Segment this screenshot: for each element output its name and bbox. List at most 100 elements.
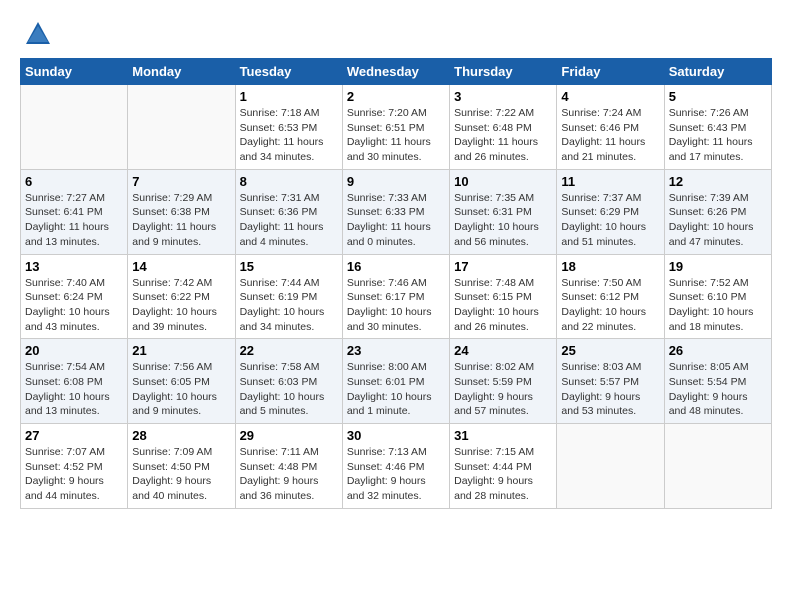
day-number: 1 <box>240 89 338 104</box>
calendar-cell <box>557 424 664 509</box>
calendar-cell: 30Sunrise: 7:13 AM Sunset: 4:46 PM Dayli… <box>342 424 449 509</box>
cell-content: Sunrise: 7:22 AM Sunset: 6:48 PM Dayligh… <box>454 106 552 165</box>
header <box>20 20 772 48</box>
calendar-cell: 20Sunrise: 7:54 AM Sunset: 6:08 PM Dayli… <box>21 339 128 424</box>
calendar-cell: 28 Sunrise: 7:09 AM Sunset: 4:50 PM Dayli… <box>128 424 235 509</box>
header-row: Sunday Monday Tuesday Wednesday Thursday… <box>21 59 772 85</box>
cell-content: Sunrise: 7:07 AM Sunset: 4:52 PM Dayligh… <box>25 445 123 504</box>
day-number: 5 <box>669 89 767 104</box>
day-number: 2 <box>347 89 445 104</box>
calendar-week-3: 20Sunrise: 7:54 AM Sunset: 6:08 PM Dayli… <box>21 339 772 424</box>
calendar-header: Sunday Monday Tuesday Wednesday Thursday… <box>21 59 772 85</box>
calendar-cell: 17 Sunrise: 7:48 AM Sunset: 6:15 PM Dayli… <box>450 254 557 339</box>
day-number: 17 <box>454 259 552 274</box>
calendar-cell: 14 Sunrise: 7:42 AM Sunset: 6:22 PM Dayli… <box>128 254 235 339</box>
day-number: 24 <box>454 343 552 358</box>
calendar-cell <box>664 424 771 509</box>
cell-content: Sunrise: 7:27 AM Sunset: 6:41 PM Dayligh… <box>25 191 123 250</box>
calendar-cell: 6 Sunrise: 7:27 AM Sunset: 6:41 PM Daylig… <box>21 169 128 254</box>
calendar-body: 1 Sunrise: 7:18 AM Sunset: 6:53 PM Daylig… <box>21 85 772 509</box>
cell-content: Sunrise: 7:11 AM Sunset: 4:48 PM Dayligh… <box>240 445 338 504</box>
cell-content: Sunrise: 7:44 AM Sunset: 6:19 PM Dayligh… <box>240 276 338 335</box>
calendar-cell: 3 Sunrise: 7:22 AM Sunset: 6:48 PM Daylig… <box>450 85 557 170</box>
calendar-cell: 24 Sunrise: 8:02 AM Sunset: 5:59 PM Dayli… <box>450 339 557 424</box>
calendar-cell: 19Sunrise: 7:52 AM Sunset: 6:10 PM Dayli… <box>664 254 771 339</box>
col-friday: Friday <box>557 59 664 85</box>
calendar-week-0: 1 Sunrise: 7:18 AM Sunset: 6:53 PM Daylig… <box>21 85 772 170</box>
cell-content: Sunrise: 7:31 AM Sunset: 6:36 PM Dayligh… <box>240 191 338 250</box>
cell-content: Sunrise: 7:42 AM Sunset: 6:22 PM Dayligh… <box>132 276 230 335</box>
calendar-cell: 15Sunrise: 7:44 AM Sunset: 6:19 PM Dayli… <box>235 254 342 339</box>
calendar-cell: 16 Sunrise: 7:46 AM Sunset: 6:17 PM Dayli… <box>342 254 449 339</box>
calendar-table: Sunday Monday Tuesday Wednesday Thursday… <box>20 58 772 509</box>
col-saturday: Saturday <box>664 59 771 85</box>
day-number: 31 <box>454 428 552 443</box>
calendar-cell: 25 Sunrise: 8:03 AM Sunset: 5:57 PM Dayli… <box>557 339 664 424</box>
calendar-cell: 5 Sunrise: 7:26 AM Sunset: 6:43 PM Daylig… <box>664 85 771 170</box>
calendar-cell: 9 Sunrise: 7:33 AM Sunset: 6:33 PM Daylig… <box>342 169 449 254</box>
day-number: 3 <box>454 89 552 104</box>
cell-content: Sunrise: 8:03 AM Sunset: 5:57 PM Dayligh… <box>561 360 659 419</box>
day-number: 16 <box>347 259 445 274</box>
day-number: 26 <box>669 343 767 358</box>
calendar-cell: 12 Sunrise: 7:39 AM Sunset: 6:26 PM Dayli… <box>664 169 771 254</box>
calendar-cell: 11 Sunrise: 7:37 AM Sunset: 6:29 PM Dayli… <box>557 169 664 254</box>
day-number: 10 <box>454 174 552 189</box>
day-number: 19 <box>669 259 767 274</box>
cell-content: Sunrise: 7:35 AM Sunset: 6:31 PM Dayligh… <box>454 191 552 250</box>
day-number: 28 <box>132 428 230 443</box>
day-number: 21 <box>132 343 230 358</box>
calendar-cell: 21Sunrise: 7:56 AM Sunset: 6:05 PM Dayli… <box>128 339 235 424</box>
calendar-week-4: 27 Sunrise: 7:07 AM Sunset: 4:52 PM Dayli… <box>21 424 772 509</box>
cell-content: Sunrise: 7:26 AM Sunset: 6:43 PM Dayligh… <box>669 106 767 165</box>
cell-content: Sunrise: 7:13 AM Sunset: 4:46 PM Dayligh… <box>347 445 445 504</box>
calendar-week-2: 13 Sunrise: 7:40 AM Sunset: 6:24 PM Dayli… <box>21 254 772 339</box>
cell-content: Sunrise: 7:46 AM Sunset: 6:17 PM Dayligh… <box>347 276 445 335</box>
calendar-cell <box>21 85 128 170</box>
calendar-cell: 31 Sunrise: 7:15 AM Sunset: 4:44 PM Dayli… <box>450 424 557 509</box>
day-number: 18 <box>561 259 659 274</box>
cell-content: Sunrise: 8:02 AM Sunset: 5:59 PM Dayligh… <box>454 360 552 419</box>
cell-content: Sunrise: 7:39 AM Sunset: 6:26 PM Dayligh… <box>669 191 767 250</box>
day-number: 9 <box>347 174 445 189</box>
day-number: 25 <box>561 343 659 358</box>
logo <box>20 20 52 48</box>
cell-content: Sunrise: 7:29 AM Sunset: 6:38 PM Dayligh… <box>132 191 230 250</box>
col-tuesday: Tuesday <box>235 59 342 85</box>
day-number: 20 <box>25 343 123 358</box>
calendar-cell: 8Sunrise: 7:31 AM Sunset: 6:36 PM Daylig… <box>235 169 342 254</box>
cell-content: Sunrise: 7:40 AM Sunset: 6:24 PM Dayligh… <box>25 276 123 335</box>
col-monday: Monday <box>128 59 235 85</box>
calendar-cell: 13 Sunrise: 7:40 AM Sunset: 6:24 PM Dayli… <box>21 254 128 339</box>
cell-content: Sunrise: 7:33 AM Sunset: 6:33 PM Dayligh… <box>347 191 445 250</box>
day-number: 14 <box>132 259 230 274</box>
day-number: 4 <box>561 89 659 104</box>
cell-content: Sunrise: 7:20 AM Sunset: 6:51 PM Dayligh… <box>347 106 445 165</box>
calendar-cell: 29Sunrise: 7:11 AM Sunset: 4:48 PM Dayli… <box>235 424 342 509</box>
cell-content: Sunrise: 7:18 AM Sunset: 6:53 PM Dayligh… <box>240 106 338 165</box>
day-number: 27 <box>25 428 123 443</box>
day-number: 6 <box>25 174 123 189</box>
calendar-cell <box>128 85 235 170</box>
cell-content: Sunrise: 7:37 AM Sunset: 6:29 PM Dayligh… <box>561 191 659 250</box>
cell-content: Sunrise: 7:48 AM Sunset: 6:15 PM Dayligh… <box>454 276 552 335</box>
day-number: 12 <box>669 174 767 189</box>
cell-content: Sunrise: 7:15 AM Sunset: 4:44 PM Dayligh… <box>454 445 552 504</box>
calendar-cell: 26Sunrise: 8:05 AM Sunset: 5:54 PM Dayli… <box>664 339 771 424</box>
day-number: 13 <box>25 259 123 274</box>
cell-content: Sunrise: 7:50 AM Sunset: 6:12 PM Dayligh… <box>561 276 659 335</box>
calendar-cell: 7 Sunrise: 7:29 AM Sunset: 6:38 PM Daylig… <box>128 169 235 254</box>
day-number: 7 <box>132 174 230 189</box>
calendar-week-1: 6 Sunrise: 7:27 AM Sunset: 6:41 PM Daylig… <box>21 169 772 254</box>
cell-content: Sunrise: 7:09 AM Sunset: 4:50 PM Dayligh… <box>132 445 230 504</box>
calendar-cell: 22 Sunrise: 7:58 AM Sunset: 6:03 PM Dayli… <box>235 339 342 424</box>
cell-content: Sunrise: 7:58 AM Sunset: 6:03 PM Dayligh… <box>240 360 338 419</box>
day-number: 22 <box>240 343 338 358</box>
cell-content: Sunrise: 7:24 AM Sunset: 6:46 PM Dayligh… <box>561 106 659 165</box>
day-number: 11 <box>561 174 659 189</box>
logo-icon <box>24 20 52 48</box>
col-wednesday: Wednesday <box>342 59 449 85</box>
calendar-cell: 1 Sunrise: 7:18 AM Sunset: 6:53 PM Daylig… <box>235 85 342 170</box>
calendar-cell: 23Sunrise: 8:00 AM Sunset: 6:01 PM Dayli… <box>342 339 449 424</box>
calendar-cell: 18 Sunrise: 7:50 AM Sunset: 6:12 PM Dayli… <box>557 254 664 339</box>
